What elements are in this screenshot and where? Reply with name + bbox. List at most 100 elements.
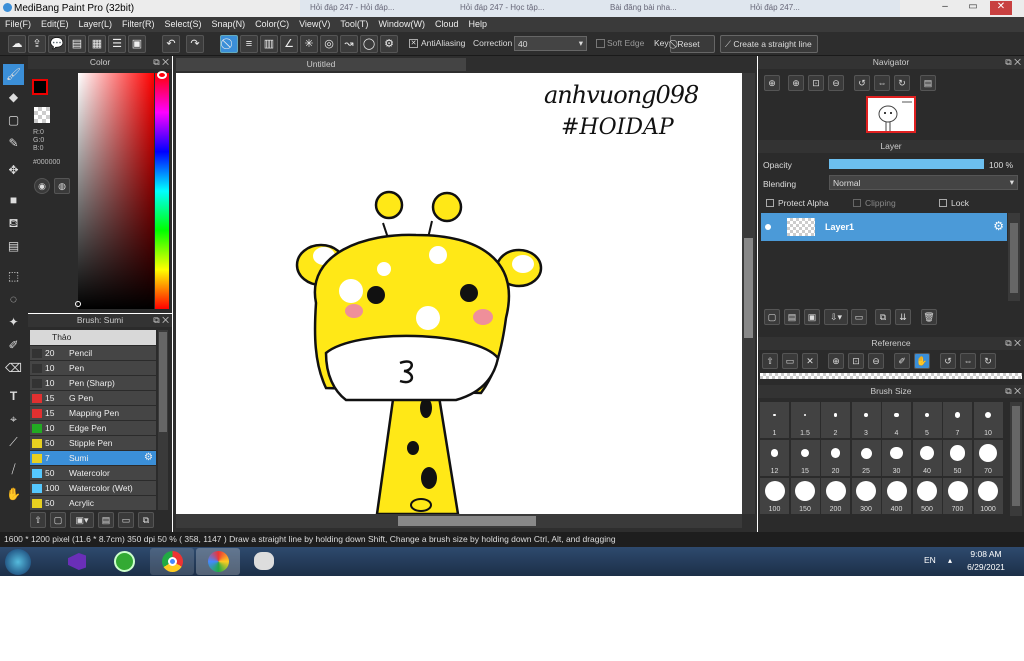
- reference-close-icon[interactable]: ✕: [802, 353, 818, 369]
- snap-circle-icon[interactable]: ◎: [320, 35, 338, 53]
- hue-slider[interactable]: [155, 73, 169, 309]
- snap-curve-icon[interactable]: ↝: [340, 35, 358, 53]
- brush-size-cell[interactable]: 20: [821, 440, 850, 476]
- navigator-preview[interactable]: [866, 96, 916, 133]
- brush-tool-icon[interactable]: 🖌: [3, 64, 24, 85]
- brush-settings-icon[interactable]: ⚙: [144, 452, 153, 463]
- brush-item[interactable]: 50 Stipple Pen: [30, 436, 156, 451]
- reset-button[interactable]: ⃠ Reset: [670, 35, 715, 53]
- brush-size-cell[interactable]: 1000: [973, 478, 1003, 514]
- layer-list-scrollbar[interactable]: [1008, 213, 1020, 301]
- reference-rotate-left-icon[interactable]: ↺: [940, 353, 956, 369]
- brush-size-cell[interactable]: 12: [760, 440, 789, 476]
- chrome-icon[interactable]: [150, 548, 194, 575]
- zoom-fit-icon[interactable]: ⊕: [764, 75, 780, 91]
- grid-icon[interactable]: ▣: [128, 35, 146, 53]
- magic-wand-icon[interactable]: ✦: [3, 312, 24, 333]
- layer-folder-icon[interactable]: ▭: [851, 309, 867, 325]
- layer-visibility-icon[interactable]: [765, 224, 771, 230]
- saturation-value-picker[interactable]: [78, 73, 154, 309]
- hand-tool-icon[interactable]: ✋: [3, 484, 24, 505]
- new-halftone-layer-icon[interactable]: ▣: [804, 309, 820, 325]
- list-icon[interactable]: ☰: [108, 35, 126, 53]
- medibang-icon[interactable]: [196, 548, 240, 575]
- text-tool-icon[interactable]: T: [3, 386, 24, 407]
- brush-size-cell[interactable]: 10: [973, 402, 1003, 438]
- brush-add-icon[interactable]: ⇧: [30, 512, 46, 528]
- clock-date[interactable]: 6/29/2021: [962, 562, 1010, 572]
- brush-size-cell[interactable]: 1.5: [790, 402, 820, 438]
- brush-menu-icon[interactable]: ▣▾: [70, 512, 94, 528]
- bucket-tool-icon[interactable]: ⛾: [3, 213, 24, 234]
- eyedropper-icon[interactable]: ⧸: [3, 459, 24, 480]
- navigator-menu-icon[interactable]: ▤: [920, 75, 936, 91]
- fill-rect-icon[interactable]: ■: [3, 190, 24, 211]
- brush-size-cell[interactable]: 200: [821, 478, 850, 514]
- lock-checkbox[interactable]: [939, 199, 947, 207]
- reference-hand-icon[interactable]: ✋: [914, 353, 930, 369]
- correction-select[interactable]: 40 ▾: [514, 36, 587, 51]
- color-picker-handle[interactable]: [75, 301, 81, 307]
- drawing-canvas[interactable]: anhvuong098 #HOIDAP: [176, 73, 742, 514]
- brush-duplicate-icon[interactable]: ⧉: [138, 512, 154, 528]
- layer-add-menu-icon[interactable]: ⇩▾: [824, 309, 848, 325]
- straight-line-button[interactable]: ⟋ Create a straight line: [720, 35, 818, 53]
- paint-icon[interactable]: [242, 548, 286, 575]
- operation-tool-icon[interactable]: ⌖: [3, 409, 24, 430]
- brush-size-cell[interactable]: 3: [851, 402, 881, 438]
- panel-controls-icon[interactable]: ⧉ ✕: [153, 56, 169, 69]
- rotate-right-icon[interactable]: ↻: [894, 75, 910, 91]
- snap-ellipse-icon[interactable]: ◯: [360, 35, 378, 53]
- brush-new-icon[interactable]: ▢: [50, 512, 66, 528]
- snap-radial-icon[interactable]: ✳: [300, 35, 318, 53]
- layer-row[interactable]: Layer1 ⚙: [761, 213, 1007, 241]
- brush-item[interactable]: 7 Sumi ⚙: [30, 451, 156, 466]
- select-eraser-icon[interactable]: ⌫: [3, 358, 24, 379]
- merge-layer-icon[interactable]: ⇊: [895, 309, 911, 325]
- clipping-checkbox[interactable]: [853, 199, 861, 207]
- foreground-color-swatch[interactable]: [32, 79, 48, 95]
- document-icon[interactable]: ▦: [88, 35, 106, 53]
- snap-settings-icon[interactable]: ⚙: [380, 35, 398, 53]
- brush-item[interactable]: 10 Pen (Sharp): [30, 376, 156, 391]
- menu-file[interactable]: File(F): [0, 17, 36, 31]
- brush-size-cell[interactable]: 400: [882, 478, 911, 514]
- brush-item[interactable]: 10 Edge Pen: [30, 421, 156, 436]
- divide-tool-icon[interactable]: ⟋: [3, 432, 24, 453]
- snap-angle-icon[interactable]: ∠: [280, 35, 298, 53]
- start-button-icon[interactable]: [5, 549, 31, 575]
- new-color-layer-icon[interactable]: ▤: [784, 309, 800, 325]
- reference-fit-icon[interactable]: ⊡: [848, 353, 864, 369]
- protect-alpha-checkbox[interactable]: [766, 199, 774, 207]
- select-pen-icon[interactable]: ✐: [3, 335, 24, 356]
- menu-layer[interactable]: Layer(L): [74, 17, 118, 31]
- brush-item[interactable]: 100 Watercolor (Wet): [30, 481, 156, 496]
- brush-list-scrollbar[interactable]: [158, 330, 168, 510]
- palette-icon[interactable]: ◉: [34, 178, 50, 194]
- brush-item[interactable]: 15 G Pen: [30, 391, 156, 406]
- brush-size-cell[interactable]: 5: [912, 402, 942, 438]
- brush-item[interactable]: 15 Mapping Pen: [30, 406, 156, 421]
- menu-filter[interactable]: Filter(R): [117, 17, 160, 31]
- snap-off-icon[interactable]: ⃠: [220, 35, 238, 53]
- close-button[interactable]: ✕: [990, 1, 1012, 15]
- canvas-vertical-scrollbar[interactable]: [742, 73, 755, 514]
- zoom-out-icon[interactable]: ⊖: [828, 75, 844, 91]
- menu-cloud[interactable]: Cloud: [430, 17, 464, 31]
- soft-edge-checkbox[interactable]: [596, 39, 605, 48]
- brush-size-cell[interactable]: 7: [943, 402, 972, 438]
- lasso-tool-icon[interactable]: ◌: [3, 289, 24, 310]
- cloud-icon[interactable]: ☁: [8, 35, 26, 53]
- zoom-actual-icon[interactable]: ⊡: [808, 75, 824, 91]
- brush-size-cell[interactable]: 1: [760, 402, 789, 438]
- reference-zoom-in-icon[interactable]: ⊕: [828, 353, 844, 369]
- menu-tool[interactable]: Tool(T): [335, 17, 373, 31]
- select-tool-icon[interactable]: ⬚: [3, 266, 24, 287]
- menu-color[interactable]: Color(C): [250, 17, 294, 31]
- move-tool-icon[interactable]: ✥: [3, 160, 24, 181]
- eraser-tool-icon[interactable]: ◆: [3, 87, 24, 108]
- reference-eyedropper-icon[interactable]: ✐: [894, 353, 910, 369]
- reference-upload-icon[interactable]: ⇧: [762, 353, 778, 369]
- menu-window[interactable]: Window(W): [373, 17, 430, 31]
- brush-size-cell[interactable]: 15: [790, 440, 820, 476]
